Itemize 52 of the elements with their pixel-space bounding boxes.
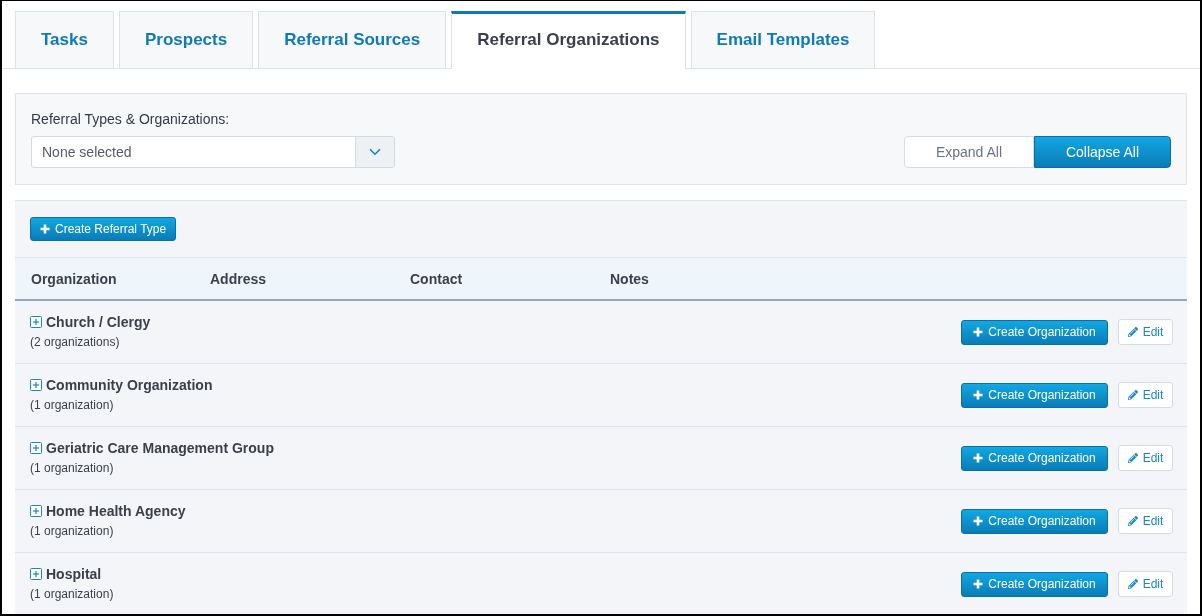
expand-all-button[interactable]: Expand All [904, 136, 1034, 168]
select-value: None selected [41, 142, 133, 162]
pencil-icon [1127, 516, 1138, 526]
create-referral-type-button[interactable]: Create Referral Type [30, 217, 177, 241]
plus-icon [973, 327, 984, 337]
create-organization-button[interactable]: Create Organization [961, 508, 1108, 534]
row-title: Community Organization [46, 376, 213, 394]
column-header: Organization [31, 270, 117, 287]
row-count: (1 organization) [30, 523, 115, 539]
row-title: Church / Clergy [46, 313, 151, 331]
expand-icon[interactable] [30, 379, 42, 391]
column-header: Address [210, 270, 267, 287]
edit-button[interactable]: Edit [1118, 319, 1173, 345]
expand-icon[interactable] [30, 442, 42, 454]
row-count: (2 organizations) [30, 334, 121, 350]
pencil-icon [1127, 453, 1138, 463]
edit-button[interactable]: Edit [1118, 382, 1173, 408]
plus-icon [40, 224, 50, 234]
row-count: (1 organization) [30, 586, 114, 602]
row-title: Hospital [46, 565, 102, 583]
create-organization-button[interactable]: Create Organization [961, 319, 1108, 345]
filter-label: Referral Types & Organizations: [31, 111, 231, 127]
tab[interactable]: Prospects [118, 11, 254, 68]
expand-icon[interactable] [30, 505, 42, 517]
plus-icon [973, 453, 984, 463]
edit-button[interactable]: Edit [1118, 571, 1173, 597]
row-count: (1 organization) [30, 460, 115, 476]
edit-button[interactable]: Edit [1118, 508, 1173, 534]
pencil-icon [1127, 327, 1138, 337]
row-title: Geriatric Care Management Group [46, 439, 274, 457]
tab[interactable]: Email Templates [690, 11, 876, 68]
pencil-icon [1127, 579, 1138, 589]
tab[interactable]: Tasks [15, 11, 114, 68]
tab[interactable]: Referral Organizations [451, 11, 686, 69]
expand-icon[interactable] [30, 316, 42, 328]
column-header: Contact [410, 270, 463, 287]
column-header: Notes [610, 270, 649, 287]
plus-icon [973, 390, 984, 400]
row-count: (1 organization) [30, 397, 115, 413]
create-organization-button[interactable]: Create Organization [961, 382, 1108, 408]
edit-button[interactable]: Edit [1118, 445, 1173, 471]
expand-icon[interactable] [30, 568, 42, 580]
plus-icon [973, 516, 984, 526]
row-title: Home Health Agency [46, 502, 186, 520]
tab[interactable]: Referral Sources [258, 11, 447, 68]
pencil-icon [1127, 390, 1138, 400]
create-organization-button[interactable]: Create Organization [961, 571, 1108, 597]
plus-icon [973, 579, 984, 589]
collapse-all-button[interactable]: Collapse All [1034, 136, 1171, 168]
select-field[interactable]: None selected [31, 136, 395, 168]
create-organization-button[interactable]: Create Organization [961, 445, 1108, 471]
dropdown-toggle[interactable] [355, 137, 394, 167]
